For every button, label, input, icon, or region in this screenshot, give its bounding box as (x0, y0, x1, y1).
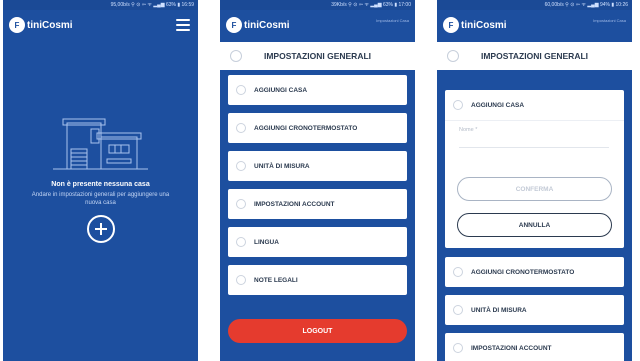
radio-circle-icon (236, 275, 246, 285)
settings-item-label: UNITÀ DI MISURA (254, 162, 310, 170)
logo-text: tiniCosmi (244, 19, 290, 31)
add-house-header[interactable]: AGGIUNGI CASA (445, 90, 624, 121)
status-bar: 39Kb/s ⚲ ⊙ ⇦ ᯤ ▂▄▆ 63% ▮ 17:00 (220, 0, 415, 10)
settings-item-label: UNITÀ DI MISURA (471, 306, 527, 314)
settings-item-unita-di-misura[interactable]: UNITÀ DI MISURA (445, 295, 624, 325)
phone-screen-add-house: 60,00b/s ⚲ ⊙ ⇦ ᯤ ▂▄▆ 94% ▮ 10:26 F tiniC… (437, 0, 632, 361)
logo-text: tiniCosmi (461, 19, 507, 31)
page-title: IMPOSTAZIONI GENERALI (263, 51, 372, 61)
settings-item-unita-di-misura[interactable]: UNITÀ DI MISURA (228, 151, 407, 181)
settings-item-aggiungi-casa[interactable]: AGGIUNGI CASA (228, 75, 407, 105)
status-bar: 95,00b/s ⚲ ⊙ ⇦ ᯤ ▂▄▆ 63% ▮ 16:59 (3, 0, 198, 10)
radio-circle-icon (236, 199, 246, 209)
settings-item-aggiungi-cronotermostato[interactable]: AGGIUNGI CRONOTERMOSTATO (445, 257, 624, 287)
appbar-subtitle: Impostazioni Casa (376, 18, 409, 23)
radio-circle-icon (453, 100, 463, 110)
radio-circle-icon (453, 343, 463, 353)
empty-state-title: Non è presente nessuna casa (51, 181, 150, 188)
logo-mark: F (443, 17, 459, 33)
settings-item-label: NOTE LEGALI (254, 276, 298, 284)
empty-state-subtitle: Andare in impostazioni generali per aggi… (31, 192, 170, 206)
logo-mark: F (9, 17, 25, 33)
settings-menu: AGGIUNGI CASA AGGIUNGI CRONOTERMOSTATO U… (228, 75, 407, 303)
logout-button[interactable]: LOGOUT (228, 319, 407, 343)
radio-circle-icon (236, 161, 246, 171)
page-header: IMPOSTAZIONI GENERALI (220, 42, 415, 70)
settings-item-aggiungi-cronotermostato[interactable]: AGGIUNGI CRONOTERMOSTATO (228, 113, 407, 143)
confirm-button[interactable]: CONFERMA (457, 177, 612, 201)
logo-mark: F (226, 17, 242, 33)
page-header: IMPOSTAZIONI GENERALI (437, 42, 632, 70)
settings-item-label: AGGIUNGI CASA (254, 86, 308, 94)
house-illustration-icon (53, 118, 148, 170)
add-house-card: AGGIUNGI CASA Nome * CONFERMA ANNULLA (445, 90, 624, 248)
back-button[interactable] (447, 50, 459, 62)
app-bar: F tiniCosmi (3, 10, 198, 42)
app-bar: F tiniCosmi Impostazioni Casa (437, 10, 632, 42)
page-title: IMPOSTAZIONI GENERALI (480, 51, 589, 61)
settings-item-impostazioni-account[interactable]: IMPOSTAZIONI ACCOUNT (228, 189, 407, 219)
settings-item-impostazioni-account[interactable]: IMPOSTAZIONI ACCOUNT (445, 333, 624, 361)
radio-circle-icon (236, 237, 246, 247)
settings-item-label: AGGIUNGI CRONOTERMOSTATO (471, 268, 575, 276)
settings-item-label: IMPOSTAZIONI ACCOUNT (254, 200, 335, 208)
app-logo: F tiniCosmi (226, 17, 290, 33)
settings-item-label: AGGIUNGI CRONOTERMOSTATO (254, 124, 358, 132)
house-name-input[interactable]: Nome * (459, 127, 609, 148)
back-button[interactable] (230, 50, 242, 62)
hamburger-menu-icon[interactable] (176, 19, 190, 31)
app-bar: F tiniCosmi Impostazioni Casa (220, 10, 415, 42)
radio-circle-icon (236, 85, 246, 95)
phone-screen-settings: 39Kb/s ⚲ ⊙ ⇦ ᯤ ▂▄▆ 63% ▮ 17:00 F tiniCos… (220, 0, 415, 361)
radio-circle-icon (453, 267, 463, 277)
status-bar: 60,00b/s ⚲ ⊙ ⇦ ᯤ ▂▄▆ 94% ▮ 10:26 (437, 0, 632, 10)
radio-circle-icon (453, 305, 463, 315)
add-house-label: AGGIUNGI CASA (471, 101, 525, 109)
settings-item-note-legali[interactable]: NOTE LEGALI (228, 265, 407, 295)
appbar-subtitle: Impostazioni Casa (593, 18, 626, 23)
app-logo: F tiniCosmi (443, 17, 507, 33)
settings-item-label: LINGUA (254, 238, 279, 246)
settings-item-lingua[interactable]: LINGUA (228, 227, 407, 257)
plus-icon (95, 223, 107, 235)
add-house-button[interactable] (87, 215, 115, 243)
app-logo: F tiniCosmi (9, 17, 73, 33)
radio-circle-icon (236, 123, 246, 133)
settings-item-label: IMPOSTAZIONI ACCOUNT (471, 344, 552, 352)
cancel-button[interactable]: ANNULLA (457, 213, 612, 237)
phone-screen-home: 95,00b/s ⚲ ⊙ ⇦ ᯤ ▂▄▆ 63% ▮ 16:59 F tiniC… (3, 0, 198, 361)
logo-text: tiniCosmi (27, 19, 73, 31)
settings-menu: AGGIUNGI CRONOTERMOSTATO UNITÀ DI MISURA… (445, 257, 624, 361)
